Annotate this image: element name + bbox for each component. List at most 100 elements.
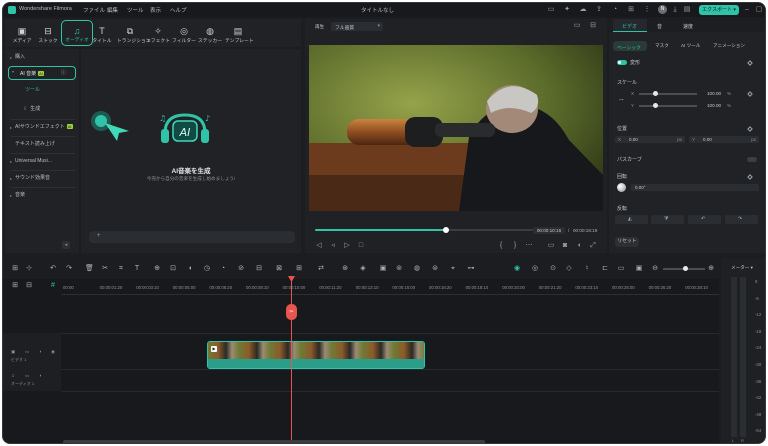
lib-universal-music[interactable]: ▸ Universal Musi...	[9, 157, 76, 166]
current-time[interactable]: 00:00:10:16	[533, 227, 565, 234]
eye-icon[interactable]: ◉	[51, 349, 55, 355]
toolbar-effect[interactable]: ✧ エフェクト	[145, 26, 171, 44]
folder-icon[interactable]: ▭	[25, 373, 29, 379]
stop-icon[interactable]: □	[357, 242, 365, 250]
prompt-input[interactable]: +	[89, 231, 295, 243]
color-icon[interactable]: ◔	[219, 265, 227, 273]
menu-tools[interactable]: ツール	[127, 6, 144, 14]
flip-vertical-button[interactable]: ⧩	[651, 215, 684, 224]
zoom-out-icon[interactable]: ⊖	[651, 265, 659, 273]
lib-generate[interactable]: ⇩ 生成	[17, 105, 84, 114]
toolbar-stock[interactable]: ⊟ ストック	[35, 26, 61, 44]
quality-select[interactable]: フル画質 ▾	[331, 22, 383, 31]
scale-y-value[interactable]: 100.00	[707, 103, 721, 108]
render-preview-icon[interactable]: ◎	[531, 265, 539, 273]
more-icon[interactable]: ⋯	[525, 242, 533, 250]
crop-icon[interactable]: ⌗	[117, 265, 125, 273]
display-icon[interactable]: ▭	[547, 242, 555, 250]
zoom-in-icon[interactable]: ⊕	[707, 265, 715, 273]
playhead-handle[interactable]: ✂	[286, 304, 297, 320]
reset-button[interactable]: リセット	[615, 237, 639, 247]
scale-x-slider[interactable]	[639, 91, 697, 96]
subtab-mask[interactable]: マスク	[655, 43, 669, 49]
collapse-icon[interactable]: ◂	[62, 241, 70, 249]
toolbar-sticker[interactable]: ◍ ステッカー	[197, 26, 223, 44]
grid-icon[interactable]: ⋮	[643, 6, 651, 14]
smart-cut-icon[interactable]: ⊚	[395, 265, 403, 273]
delete-icon[interactable]: 🗑	[85, 265, 94, 273]
lib-sound-effects[interactable]: ▸ サウンド効果音	[9, 174, 76, 183]
snapshot-icon[interactable]: ▭	[573, 22, 581, 30]
track-manage-icon[interactable]: ⊟	[25, 282, 33, 290]
green-screen-icon[interactable]: ⊘	[237, 265, 245, 273]
subtab-basic[interactable]: ベーシック	[613, 41, 647, 51]
zoom-slider[interactable]	[663, 266, 705, 271]
camera-icon[interactable]: ◙	[561, 242, 569, 250]
pos-x-field[interactable]: X 0.00 px	[615, 136, 685, 143]
rotate-right-button[interactable]: ↷	[725, 215, 758, 224]
marker-icon[interactable]: ⌖	[449, 265, 457, 273]
toolbar-transition[interactable]: ⧉ トランジション	[117, 26, 151, 44]
play-icon[interactable]: ▷	[343, 242, 351, 250]
audio-detach-icon[interactable]: ⊛	[341, 265, 349, 273]
toolbar-filter[interactable]: ◎ フィルター	[171, 26, 197, 44]
stabilize-icon[interactable]: ⊟	[255, 265, 263, 273]
text-icon[interactable]: T	[133, 265, 141, 273]
progress-handle[interactable]	[442, 227, 449, 233]
tab-video[interactable]: ビデオ	[613, 19, 647, 32]
video-clip[interactable]: ▶	[207, 341, 425, 369]
layout-grid-icon[interactable]: ⊞	[11, 265, 19, 273]
add-track-icon[interactable]: ⊞	[11, 282, 19, 290]
mute-icon[interactable]: ◖	[39, 373, 42, 378]
reverse-icon[interactable]: ⇄	[317, 265, 325, 273]
render-icon[interactable]: ▣	[379, 265, 387, 273]
motion-icon[interactable]: ⊠	[275, 265, 283, 273]
zoom-icon[interactable]: ⊕	[153, 265, 161, 273]
rotate-field[interactable]: 0.00°	[631, 184, 759, 191]
keyframe-icon[interactable]	[747, 91, 753, 97]
scene-detect-icon[interactable]: ⊜	[431, 265, 439, 273]
redo-icon[interactable]: ↷	[65, 265, 73, 273]
preview-settings-icon[interactable]: ⊟	[589, 22, 597, 30]
headset-icon[interactable]: ◔	[611, 6, 619, 14]
snapshot-tl-icon[interactable]: ⊙	[549, 265, 557, 273]
avatar[interactable]: N	[658, 5, 667, 14]
folder-icon[interactable]: ▭	[25, 349, 29, 355]
tab-speed[interactable]: 速度	[683, 23, 693, 30]
rotate-dial[interactable]	[617, 183, 626, 192]
mask-icon[interactable]: ◐	[187, 265, 195, 273]
volume-icon[interactable]: ◖	[575, 242, 583, 250]
menu-file[interactable]: ファイル	[83, 6, 105, 14]
lib-text-to-speech[interactable]: テキスト読み上げ	[9, 140, 76, 149]
scale-x-value[interactable]: 100.00	[707, 91, 721, 96]
meter-label[interactable]: メーター ▾	[731, 265, 753, 271]
lib-ai-music[interactable]: ▾ AI 音楽 AI ⓘ	[8, 66, 76, 80]
lib-music[interactable]: ▸ 音楽	[9, 191, 76, 200]
ai-cutout-icon[interactable]: ◈	[359, 265, 367, 273]
link-icon[interactable]: ⊶	[619, 97, 624, 103]
toolbar-media[interactable]: ▣ メディア	[9, 26, 35, 44]
minimize-icon[interactable]: –	[743, 6, 751, 14]
auto-reframe-icon[interactable]: ◍	[413, 265, 421, 273]
layout-icon[interactable]: ⊞	[627, 6, 635, 14]
menu-view[interactable]: 表示	[150, 6, 161, 14]
prev-frame-icon[interactable]: ◁	[315, 242, 323, 250]
subtitle-icon[interactable]: ▭	[617, 265, 625, 273]
export-button[interactable]: エクスポート ▾	[699, 5, 739, 15]
freeze-icon[interactable]: ⊞	[295, 265, 303, 273]
lib-purchased[interactable]: ▸ 購入	[9, 53, 76, 62]
menu-help[interactable]: ヘルプ	[170, 6, 187, 14]
subtab-animation[interactable]: アニメーション	[713, 43, 745, 49]
keyframe-icon[interactable]	[747, 60, 753, 66]
select-icon[interactable]: ⊹	[25, 265, 33, 273]
shield-icon[interactable]: ◇	[565, 265, 573, 273]
speed-icon[interactable]: ◷	[203, 265, 211, 273]
cloud-icon[interactable]: ☁	[579, 6, 587, 14]
mic-icon[interactable]: ♮	[583, 265, 591, 273]
link-clip-icon[interactable]: ⊶	[467, 265, 475, 273]
step-back-icon[interactable]: ◃	[329, 242, 337, 250]
timeline-scrollbar[interactable]	[63, 440, 485, 443]
open-folder-icon[interactable]: ▤	[683, 6, 691, 14]
mute-icon[interactable]: ◖	[39, 349, 42, 354]
ai-copilot-icon[interactable]: ◉	[513, 265, 521, 273]
